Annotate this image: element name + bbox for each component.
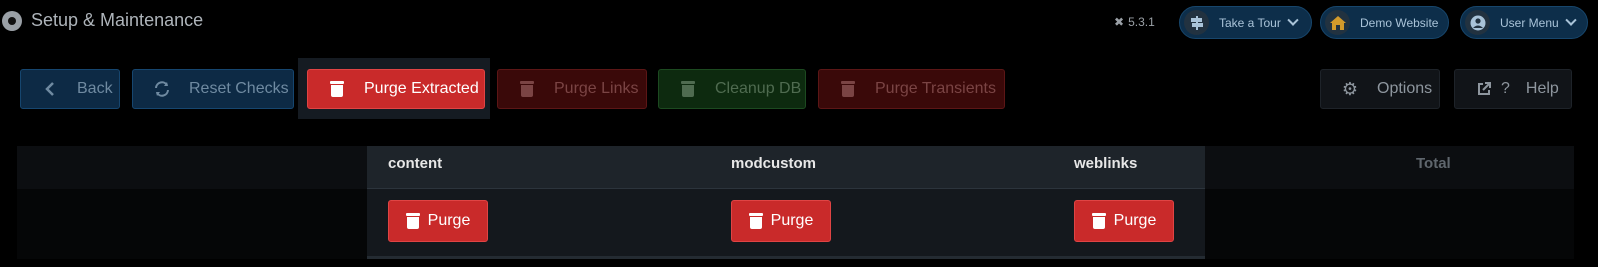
sync-icon — [153, 80, 171, 98]
trash-icon — [1091, 213, 1106, 229]
back-label: Back — [77, 80, 113, 97]
demo-website-label: Demo Website — [1360, 15, 1439, 30]
take-a-tour-button[interactable]: Take a Tour — [1179, 6, 1312, 39]
gear-icon: ⚙ — [1341, 78, 1359, 99]
purge-transients-label: Purge Transients — [875, 80, 996, 97]
demo-website-link[interactable]: Demo Website — [1320, 6, 1449, 39]
version-number: 5.3.1 — [1128, 15, 1155, 29]
purge-links-label: Purge Links — [554, 80, 639, 97]
trash-icon — [328, 80, 346, 98]
help-label: Help — [1525, 80, 1559, 97]
purge-weblinks-button[interactable]: Purge — [1074, 200, 1174, 242]
column-header-modcustom: modcustom — [731, 155, 817, 172]
purge-modcustom-button[interactable]: Purge — [731, 200, 831, 242]
purge-extracted-label: Purge Extracted — [364, 80, 479, 97]
chevron-down-icon — [1287, 14, 1299, 26]
reset-checks-button[interactable]: Reset Checks — [132, 69, 294, 109]
user-circle-icon — [1465, 10, 1490, 35]
back-button[interactable]: Back — [20, 69, 120, 109]
purge-links-button[interactable]: Purge Links — [497, 69, 647, 109]
page-title: Setup & Maintenance — [31, 10, 204, 30]
options-button[interactable]: ⚙ Options — [1320, 69, 1440, 109]
column-header-content: content — [388, 155, 443, 172]
chevron-down-icon — [1565, 14, 1577, 26]
external-link-icon — [1475, 80, 1493, 98]
version-label: ✖ 5.3.1 — [1114, 15, 1155, 29]
take-a-tour-label: Take a Tour — [1219, 15, 1281, 30]
purge-label: Purge — [427, 212, 471, 229]
app-icon — [2, 11, 22, 31]
trash-icon — [748, 213, 763, 229]
column-header-total: Total — [1416, 155, 1451, 172]
reset-checks-label: Reset Checks — [189, 80, 289, 97]
purge-extracted-button[interactable]: Purge Extracted — [307, 69, 485, 109]
user-menu-label: User Menu — [1500, 15, 1559, 30]
cleanup-db-button[interactable]: Cleanup DB — [658, 69, 806, 109]
user-menu-button[interactable]: User Menu — [1460, 6, 1588, 39]
header-bar: Setup & Maintenance ✖ 5.3.1 Take a Tour … — [0, 0, 1598, 42]
trash-icon — [405, 213, 420, 229]
trash-icon — [839, 80, 857, 98]
cleanup-db-label: Cleanup DB — [715, 80, 802, 97]
signpost-icon — [1184, 10, 1209, 35]
table-divider — [367, 256, 1205, 259]
purge-label: Purge — [1113, 212, 1157, 229]
trash-icon — [679, 80, 697, 98]
column-header-weblinks: weblinks — [1074, 155, 1138, 172]
options-label: Options — [1377, 80, 1433, 97]
purge-content-button[interactable]: Purge — [388, 200, 488, 242]
help-question-mark: ? — [1501, 80, 1510, 97]
joomla-icon: ✖ — [1114, 15, 1125, 29]
home-icon — [1325, 10, 1350, 35]
help-button[interactable]: ? Help — [1454, 69, 1572, 109]
chevron-left-icon — [41, 80, 59, 98]
purge-label: Purge — [770, 212, 814, 229]
trash-icon — [518, 80, 536, 98]
purge-transients-button[interactable]: Purge Transients — [818, 69, 1005, 109]
